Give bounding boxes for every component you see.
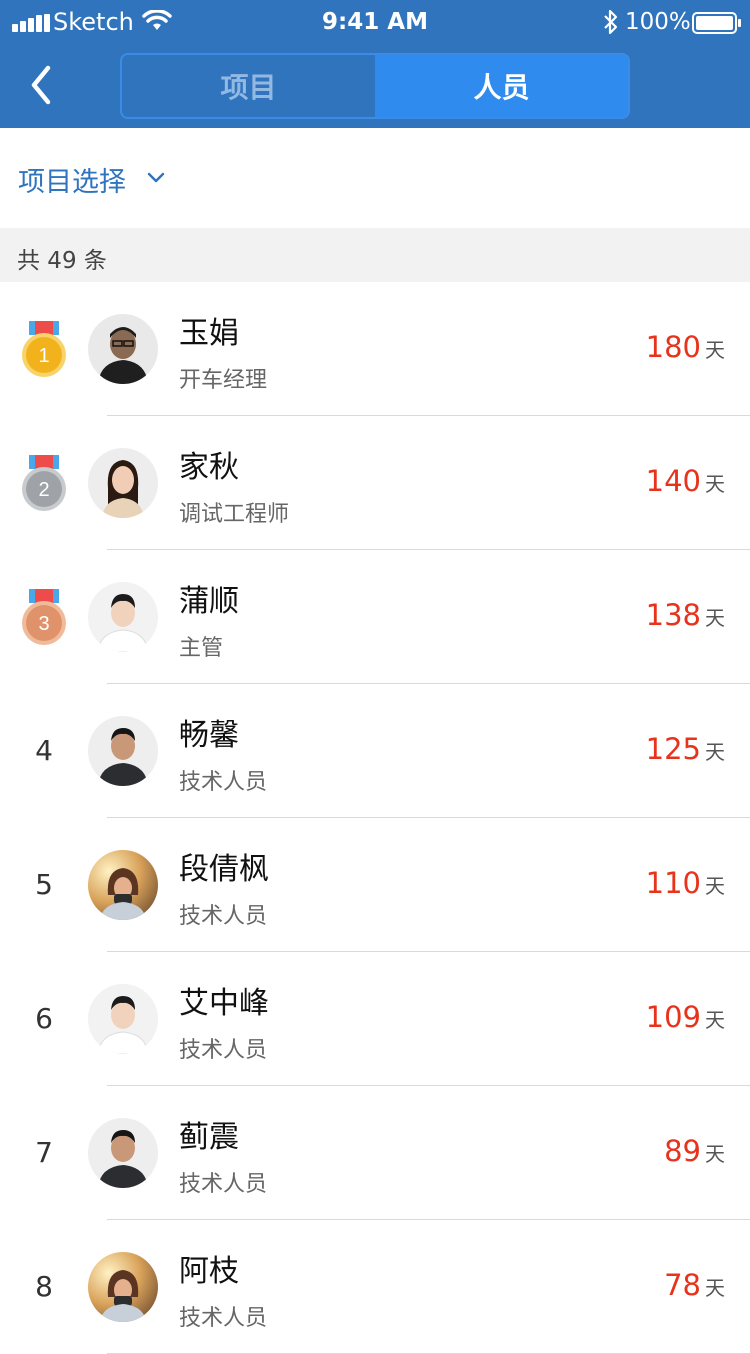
avatar xyxy=(88,448,158,518)
days-count: 140 xyxy=(645,464,701,498)
avatar xyxy=(88,1252,158,1322)
days-count: 125 xyxy=(645,732,701,766)
rank-number: 4 xyxy=(35,734,53,767)
avatar xyxy=(88,1118,158,1188)
days-unit: 天 xyxy=(705,1142,725,1166)
rank-number: 5 xyxy=(35,868,53,901)
silver-medal-icon: 2 xyxy=(22,455,66,511)
person-role: 技术人员 xyxy=(179,904,268,929)
person-name: 艾中峰 xyxy=(179,986,269,1021)
medal-rank-number: 3 xyxy=(38,613,49,635)
days-value: 140 天 xyxy=(646,464,725,498)
bluetooth-icon xyxy=(604,9,618,35)
avatar xyxy=(88,984,158,1054)
person-role: 开车经理 xyxy=(179,368,268,393)
person-role: 技术人员 xyxy=(179,1306,268,1331)
person-role: 技术人员 xyxy=(179,1038,268,1063)
days-value: 109 天 xyxy=(646,1000,725,1034)
list-item[interactable]: 3 蒲顺 主管 138 天 xyxy=(0,550,750,684)
days-count: 138 xyxy=(645,598,701,632)
rank-number: 6 xyxy=(35,1002,53,1035)
days-unit: 天 xyxy=(705,606,725,630)
days-count: 89 xyxy=(664,1134,701,1168)
status-bar: Sketch 9:41 AM 100% xyxy=(0,0,750,46)
nav-header: Sketch 9:41 AM 100% 项目 人员 xyxy=(0,0,750,128)
person-name: 段倩枫 xyxy=(179,852,269,887)
filter-bar: 项目选择 xyxy=(0,128,750,228)
person-role: 调试工程师 xyxy=(179,502,290,527)
person-name: 蒲顺 xyxy=(179,584,239,619)
person-name: 玉娟 xyxy=(179,316,239,351)
list-item[interactable]: 1 玉娟 开车经理 180 天 xyxy=(0,282,750,416)
list-item[interactable]: 5 段倩枫 技术人员 110 天 xyxy=(0,818,750,952)
days-value: 138 天 xyxy=(646,598,725,632)
result-count: 共 49 条 xyxy=(17,248,107,274)
back-chevron-icon[interactable] xyxy=(24,62,60,108)
days-value: 78 天 xyxy=(664,1268,725,1302)
rank-number: 8 xyxy=(35,1270,53,1303)
person-name: 蓟震 xyxy=(179,1120,239,1155)
person-name: 家秋 xyxy=(179,450,239,485)
list-item[interactable]: 6 艾中峰 技术人员 109 天 xyxy=(0,952,750,1086)
person-name: 畅馨 xyxy=(179,718,239,753)
days-count: 110 xyxy=(645,866,701,900)
tab-people[interactable]: 人员 xyxy=(375,55,628,117)
tab-projects[interactable]: 项目 xyxy=(122,55,375,117)
days-unit: 天 xyxy=(705,1008,725,1032)
avatar xyxy=(88,582,158,652)
people-ranking-list: 1 玉娟 开车经理 180 天 2 家秋 调试工程师 140 天 3 蒲顺 主管… xyxy=(0,282,750,1354)
person-role: 主管 xyxy=(179,636,224,661)
person-name: 阿枝 xyxy=(179,1254,239,1289)
result-count-bar: 共 49 条 xyxy=(0,228,750,282)
days-value: 180 天 xyxy=(646,330,725,364)
days-count: 109 xyxy=(645,1000,701,1034)
project-select-dropdown[interactable]: 项目选择 xyxy=(18,160,126,199)
battery-icon xyxy=(692,12,741,34)
list-item[interactable]: 4 畅馨 技术人员 125 天 xyxy=(0,684,750,818)
avatar xyxy=(88,716,158,786)
medal-rank-number: 1 xyxy=(38,345,49,367)
days-count: 78 xyxy=(664,1268,701,1302)
battery-percent: 100% xyxy=(625,9,691,35)
list-item[interactable]: 2 家秋 调试工程师 140 天 xyxy=(0,416,750,550)
person-role: 技术人员 xyxy=(179,770,268,795)
days-value: 125 天 xyxy=(646,732,725,766)
days-count: 180 xyxy=(645,330,701,364)
days-unit: 天 xyxy=(705,874,725,898)
list-item[interactable]: 7 蓟震 技术人员 89 天 xyxy=(0,1086,750,1220)
days-value: 89 天 xyxy=(664,1134,725,1168)
days-unit: 天 xyxy=(705,472,725,496)
chevron-down-icon[interactable] xyxy=(147,172,165,184)
days-value: 110 天 xyxy=(646,866,725,900)
avatar xyxy=(88,850,158,920)
days-unit: 天 xyxy=(705,740,725,764)
bronze-medal-icon: 3 xyxy=(22,589,66,645)
medal-rank-number: 2 xyxy=(38,479,49,501)
person-role: 技术人员 xyxy=(179,1172,268,1197)
segmented-control: 项目 人员 xyxy=(120,53,630,119)
days-unit: 天 xyxy=(705,1276,725,1300)
rank-number: 7 xyxy=(35,1136,53,1169)
days-unit: 天 xyxy=(705,338,725,362)
avatar xyxy=(88,314,158,384)
gold-medal-icon: 1 xyxy=(22,321,66,377)
